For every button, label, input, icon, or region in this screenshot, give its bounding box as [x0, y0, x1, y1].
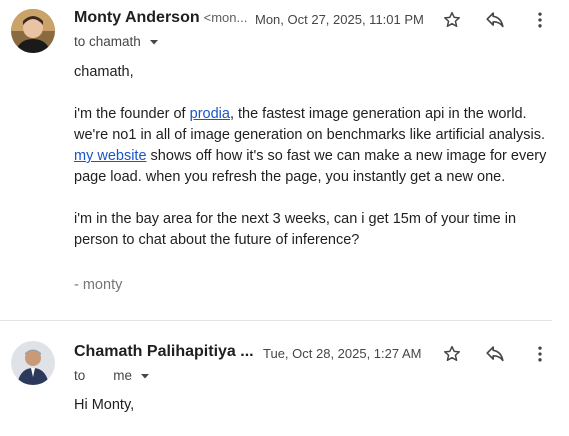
- reply-button[interactable]: [483, 8, 507, 32]
- message-date: Tue, Oct 28, 2025, 1:27 AM: [263, 346, 422, 361]
- avatar-monty[interactable]: [11, 9, 55, 53]
- prodia-link[interactable]: prodia: [190, 106, 230, 122]
- salutation: chamath,: [74, 64, 134, 80]
- message-date: Mon, Oct 27, 2025, 11:01 PM: [255, 12, 424, 27]
- star-icon: [444, 345, 460, 361]
- avatar-photo: [11, 9, 55, 53]
- star-icon: [444, 11, 460, 27]
- sender-email: <mon...: [203, 10, 248, 25]
- more-vert-icon: [538, 346, 542, 362]
- sender-name[interactable]: Monty Anderson: [74, 9, 200, 27]
- paragraph-1-text-a: i'm the founder of: [74, 106, 190, 122]
- recipients-prefix: to: [74, 368, 86, 383]
- reply-icon: [486, 12, 504, 28]
- my-website-link[interactable]: my website: [74, 148, 147, 164]
- star-button[interactable]: [440, 8, 464, 32]
- more-vert-icon: [538, 12, 542, 28]
- message-body: chamath, i'm the founder of prodia, the …: [74, 62, 554, 272]
- recipients-toggle[interactable]: to me: [74, 368, 150, 383]
- greeting: Hi Monty,: [74, 397, 135, 413]
- more-options-button[interactable]: [528, 342, 552, 366]
- sender-name[interactable]: Chamath Palihapitiya ...: [74, 343, 254, 361]
- message-divider: [0, 320, 552, 321]
- avatar-chamath[interactable]: [11, 341, 55, 385]
- sender-line: Chamath Palihapitiya ...: [74, 343, 254, 365]
- paragraph-1: i'm the founder of prodia, the fastest i…: [74, 104, 554, 188]
- reply-button[interactable]: [483, 342, 507, 366]
- caret-down-icon: [141, 373, 150, 378]
- recipients-toggle[interactable]: to chamath: [74, 34, 159, 49]
- recipients-label: me: [113, 368, 133, 383]
- reply-icon: [486, 346, 504, 362]
- recipients-label: to chamath: [74, 34, 141, 49]
- sender-line: Monty Anderson <mon...: [74, 9, 247, 31]
- star-button[interactable]: [440, 342, 464, 366]
- paragraph-2: i'm in the bay area for the next 3 weeks…: [74, 211, 517, 248]
- signature: - monty: [74, 277, 123, 293]
- more-options-button[interactable]: [528, 8, 552, 32]
- avatar-photo: [11, 341, 55, 385]
- caret-down-icon: [149, 39, 158, 44]
